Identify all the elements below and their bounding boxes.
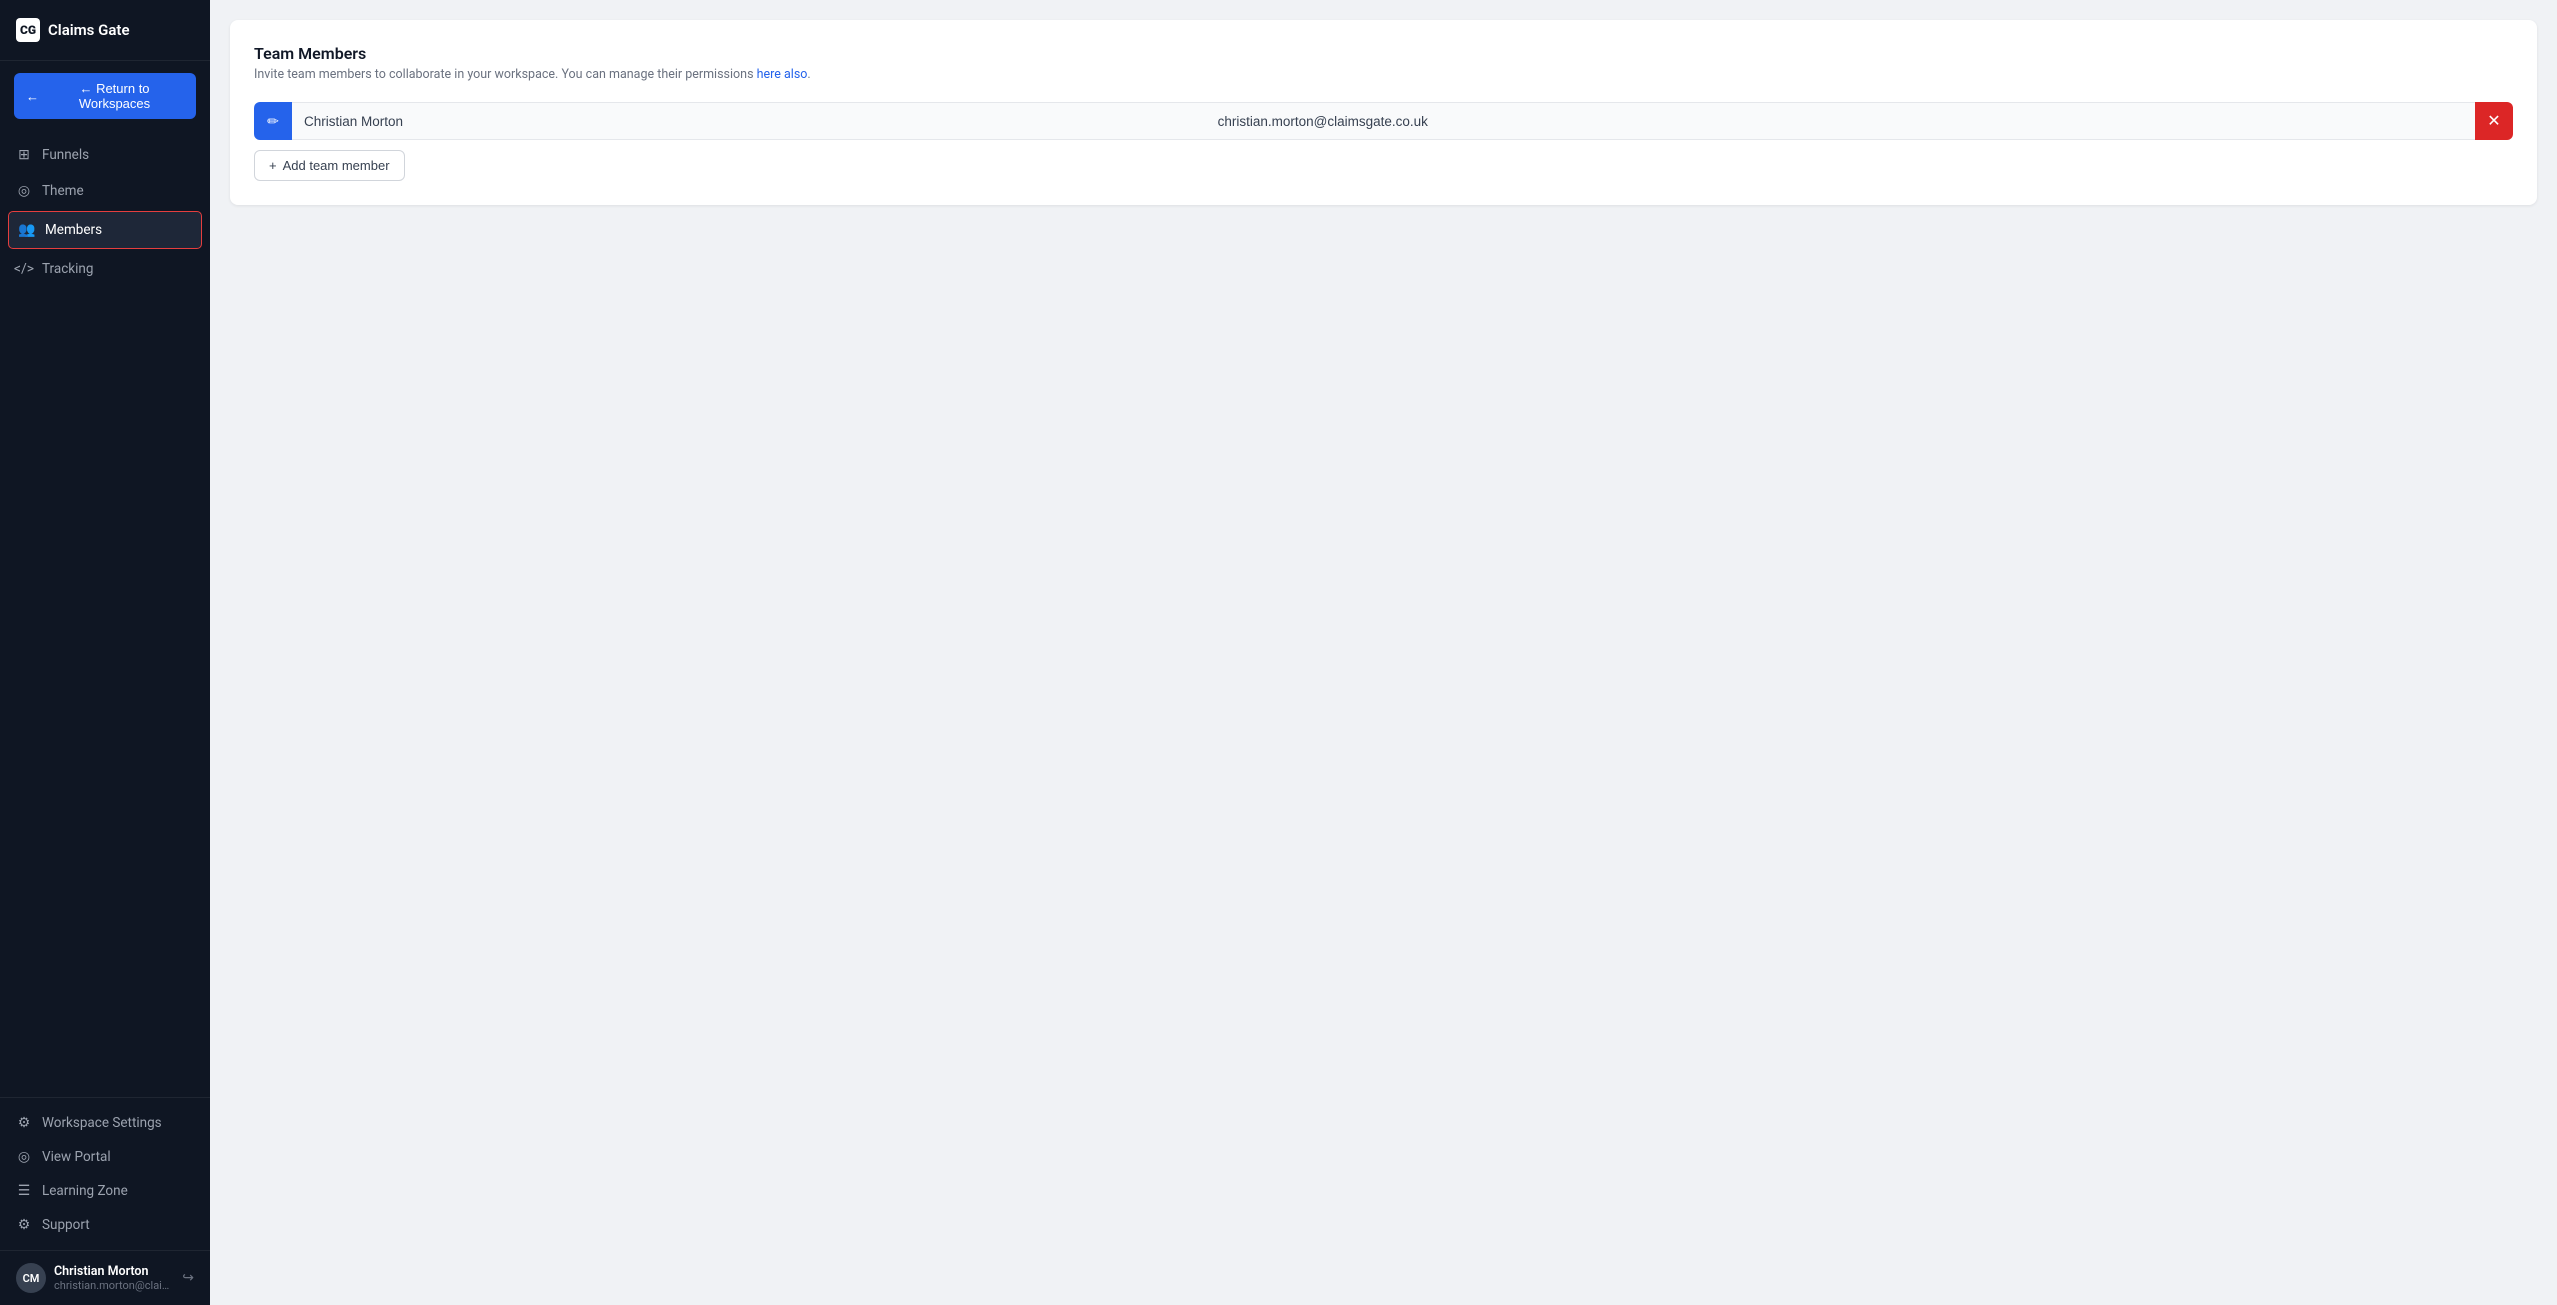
app-logo: CG Claims Gate: [0, 0, 210, 61]
view-portal-label: View Portal: [42, 1149, 111, 1165]
learning-zone-icon: ☰: [16, 1183, 32, 1199]
theme-label: Theme: [42, 183, 84, 199]
sidebar-item-view-portal[interactable]: ◎ View Portal: [0, 1140, 210, 1174]
member-delete-button[interactable]: ✕: [2475, 102, 2513, 140]
workspace-settings-label: Workspace Settings: [42, 1115, 162, 1131]
avatar: CM: [16, 1263, 46, 1293]
sidebar-nav: ⊞ Funnels ◎ Theme 👥 Members </> Tracking: [0, 131, 210, 1097]
sidebar-item-tracking[interactable]: </> Tracking: [0, 251, 210, 287]
main-content: Team Members Invite team members to coll…: [210, 0, 2557, 1305]
sidebar-item-members[interactable]: 👥 Members: [8, 211, 202, 249]
sidebar-item-workspace-settings[interactable]: ⚙ Workspace Settings: [0, 1106, 210, 1140]
sidebar: CG Claims Gate ← ← Return to Workspaces …: [0, 0, 210, 1305]
member-edit-button[interactable]: ✏: [254, 102, 292, 140]
permissions-link[interactable]: here also: [757, 67, 808, 82]
support-label: Support: [42, 1217, 90, 1233]
theme-icon: ◎: [16, 183, 32, 199]
tracking-label: Tracking: [42, 261, 93, 277]
tracking-icon: </>: [16, 261, 32, 277]
funnels-icon: ⊞: [16, 147, 32, 163]
sidebar-bottom: ⚙ Workspace Settings ◎ View Portal ☰ Lea…: [0, 1097, 210, 1250]
app-title: Claims Gate: [48, 21, 130, 39]
sidebar-item-theme[interactable]: ◎ Theme: [0, 173, 210, 209]
return-button-label: ← Return to Workspaces: [45, 81, 184, 111]
section-subtitle: Invite team members to collaborate in yo…: [254, 67, 2513, 82]
add-member-label: Add team member: [283, 158, 390, 173]
members-icon: 👥: [19, 222, 35, 238]
members-label: Members: [45, 222, 102, 238]
logo-icon: CG: [16, 18, 40, 42]
plus-icon: +: [269, 158, 277, 173]
funnels-label: Funnels: [42, 147, 89, 163]
return-icon: ←: [26, 89, 39, 104]
sidebar-item-funnels[interactable]: ⊞ Funnels: [0, 137, 210, 173]
section-title: Team Members: [254, 44, 2513, 63]
user-section: CM Christian Morton christian.morton@cla…: [0, 1250, 210, 1305]
learning-zone-label: Learning Zone: [42, 1183, 128, 1199]
table-row: ✏ ✕: [254, 102, 2513, 140]
return-to-workspaces-button[interactable]: ← ← Return to Workspaces: [14, 73, 196, 119]
user-info: Christian Morton christian.morton@claims…: [54, 1264, 174, 1292]
member-email-input[interactable]: [1206, 102, 2475, 140]
pencil-icon: ✏: [267, 113, 279, 130]
support-icon: ⚙: [16, 1217, 32, 1233]
sidebar-item-learning-zone[interactable]: ☰ Learning Zone: [0, 1174, 210, 1208]
sidebar-item-support[interactable]: ⚙ Support: [0, 1208, 210, 1242]
add-team-member-button[interactable]: + Add team member: [254, 150, 405, 181]
close-icon: ✕: [2487, 111, 2500, 131]
workspace-settings-icon: ⚙: [16, 1115, 32, 1131]
user-name: Christian Morton: [54, 1264, 174, 1279]
user-email: christian.morton@claims..: [54, 1279, 174, 1292]
logout-icon[interactable]: ↪: [182, 1270, 194, 1286]
view-portal-icon: ◎: [16, 1149, 32, 1165]
member-name-input[interactable]: [292, 102, 1206, 140]
team-members-card: Team Members Invite team members to coll…: [230, 20, 2537, 205]
